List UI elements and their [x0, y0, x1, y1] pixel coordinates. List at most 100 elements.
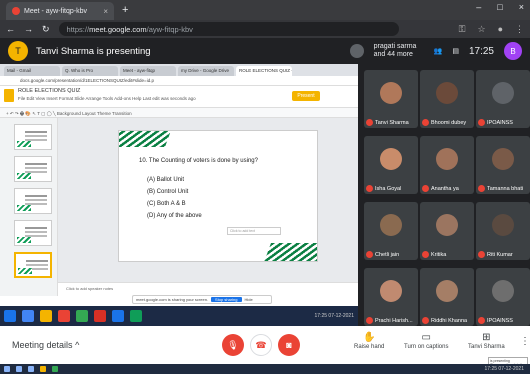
- search-icon[interactable]: [16, 366, 22, 372]
- windows-start-icon[interactable]: [4, 366, 10, 372]
- meeting-details-button[interactable]: Meeting details ^: [12, 340, 79, 350]
- shared-tab: my Drive - Google Drive: [178, 66, 234, 76]
- shared-tab: Meet - ayw-fitqp: [120, 66, 176, 76]
- close-tab-icon[interactable]: ×: [103, 7, 108, 16]
- star-icon[interactable]: ☆: [477, 24, 485, 35]
- forward-icon[interactable]: →: [24, 24, 33, 34]
- word-icon: [112, 310, 124, 322]
- participant-video: [436, 82, 458, 104]
- camera-off-button[interactable]: ◙: [278, 334, 300, 356]
- quiz-option: (B) Control Unit: [147, 189, 189, 195]
- key-icon[interactable]: ⚿: [459, 24, 466, 35]
- muted-mic-icon: [366, 251, 373, 258]
- quiz-option: (D) Any of the above: [147, 213, 202, 219]
- browser-tab-title: Meet - ayw-fitqp-kbv: [24, 7, 88, 15]
- chevron-up-icon: ^: [75, 340, 80, 350]
- back-icon[interactable]: ←: [6, 24, 15, 34]
- participant-name: Bhoomi dubey: [422, 119, 466, 126]
- hand-icon: ✋: [362, 332, 376, 343]
- participant-tile[interactable]: Prachi Harish...: [364, 268, 418, 326]
- sharing-notice-text: meet.google.com is sharing your screen.: [136, 297, 209, 302]
- presenting-text: Tanvi Sharma is presenting: [36, 45, 151, 57]
- speaker-notes: Click to add speaker notes: [58, 282, 358, 296]
- captions-icon: ▭: [421, 332, 431, 343]
- raise-hand-button[interactable]: ✋ Raise hand: [354, 332, 384, 350]
- chat-icon[interactable]: ▤: [452, 47, 459, 55]
- new-tab-button[interactable]: +: [122, 4, 128, 16]
- participant-name-label: IPOAINSS: [487, 119, 513, 126]
- reload-icon[interactable]: ↻: [42, 24, 50, 35]
- participant-name: Chetli jain: [366, 251, 399, 258]
- participant-video: [380, 280, 402, 302]
- muted-mic-icon: [422, 251, 429, 258]
- participant-video: [380, 148, 402, 170]
- hide-button: Hide: [244, 297, 253, 302]
- captions-button[interactable]: ▭ Turn on captions: [404, 332, 448, 350]
- quiz-question: 10. The Counting of voters is done by us…: [139, 158, 258, 164]
- more-options-icon[interactable]: ⋮: [520, 336, 530, 347]
- participant-name: Isha Goyal: [366, 185, 401, 192]
- taskview-icon[interactable]: [28, 366, 34, 372]
- participant-name-label: Isha Goyal: [375, 185, 402, 192]
- folder-icon: [40, 310, 52, 322]
- participant-video: [380, 214, 402, 236]
- presenting-button[interactable]: ⊞ Tanvi Sharma: [468, 332, 505, 350]
- slide-thumbnail: [14, 220, 52, 246]
- meet-favicon-icon: [12, 7, 20, 15]
- muted-mic-icon: [478, 251, 485, 258]
- participant-tile[interactable]: Tamanna bhati: [476, 136, 530, 194]
- url-scheme: https://: [66, 24, 90, 34]
- shared-taskbar: 17:25 07-12-2021: [0, 306, 358, 326]
- participant-name-label: Chetli jain: [375, 251, 400, 258]
- answer-textbox: Click to add text: [227, 227, 281, 235]
- slide-thumbnail: [14, 156, 52, 182]
- participant-tile[interactable]: Chetli jain: [364, 202, 418, 260]
- participant-tile[interactable]: Riddhi Khanna: [420, 268, 474, 326]
- slides-logo-icon: [4, 89, 14, 102]
- participant-tile[interactable]: Anantha ya: [420, 136, 474, 194]
- participant-tile[interactable]: Isha Goyal: [364, 136, 418, 194]
- browser-tab-meet[interactable]: Meet - ayw-fitqp-kbv ×: [6, 2, 114, 20]
- participant-video: [436, 280, 458, 302]
- participant-tile[interactable]: IPOAINSS: [476, 70, 530, 128]
- shared-tab: Q. Who is Pro: [62, 66, 118, 76]
- maximize-icon[interactable]: □: [497, 2, 502, 12]
- url-field[interactable]: https:// meet.google.com /ayw-fitqp-kbv: [58, 22, 399, 36]
- participant-video: [436, 214, 458, 236]
- shared-screen: Mail - Gmail Q. Who is Pro Meet - ayw-fi…: [0, 64, 358, 326]
- meeting-controls-bar: Meeting details ^ 🎙 ☎ ◙ ✋ Raise hand ▭ T…: [0, 326, 530, 364]
- participant-tile[interactable]: Kritika: [420, 202, 474, 260]
- participant-name: Riddhi Khanna: [422, 317, 467, 324]
- participant-name: IPOAINSS: [478, 119, 513, 126]
- raise-hand-label: Raise hand: [354, 344, 385, 350]
- window-close-icon[interactable]: ×: [519, 2, 524, 12]
- mic-off-button[interactable]: 🎙: [222, 334, 244, 356]
- others-text: pragati sarma and 44 more: [373, 43, 417, 58]
- participant-video: [492, 82, 514, 104]
- participant-video: [492, 148, 514, 170]
- file-explorer-icon[interactable]: [40, 366, 46, 372]
- meeting-details-label: Meeting details: [12, 340, 73, 350]
- muted-mic-icon: [366, 185, 373, 192]
- participant-name-label: Tamanna bhati: [487, 185, 524, 192]
- address-bar-row: ← → ↻ https:// meet.google.com /ayw-fitq…: [0, 20, 530, 38]
- menu-dots-icon[interactable]: ⋮: [515, 24, 524, 35]
- participant-name-label: Anantha ya: [431, 185, 459, 192]
- participant-name-label: Tanvi Sharma: [375, 119, 409, 126]
- participant-video: [380, 82, 402, 104]
- people-icon[interactable]: 👥: [434, 47, 443, 55]
- muted-mic-icon: [478, 317, 485, 324]
- profile-icon[interactable]: ●: [498, 24, 503, 35]
- end-call-button[interactable]: ☎: [250, 334, 272, 356]
- chrome-taskbar-icon[interactable]: [52, 366, 58, 372]
- participant-tile[interactable]: Tanvi Sharma: [364, 70, 418, 128]
- participant-tile[interactable]: Bhoomi dubey: [420, 70, 474, 128]
- my-avatar[interactable]: B: [504, 42, 522, 60]
- slide-canvas: 10. The Counting of voters is done by us…: [58, 118, 358, 296]
- participant-tile[interactable]: Riti Kumar: [476, 202, 530, 260]
- participant-name-label: Bhoomi dubey: [431, 119, 467, 126]
- muted-mic-icon: [422, 317, 429, 324]
- minimize-icon[interactable]: –: [476, 2, 481, 12]
- participant-tile[interactable]: IPOAINSS: [476, 268, 530, 326]
- slides-header: ROLE ELECTIONS QUIZ File Edit View Inser…: [0, 86, 358, 108]
